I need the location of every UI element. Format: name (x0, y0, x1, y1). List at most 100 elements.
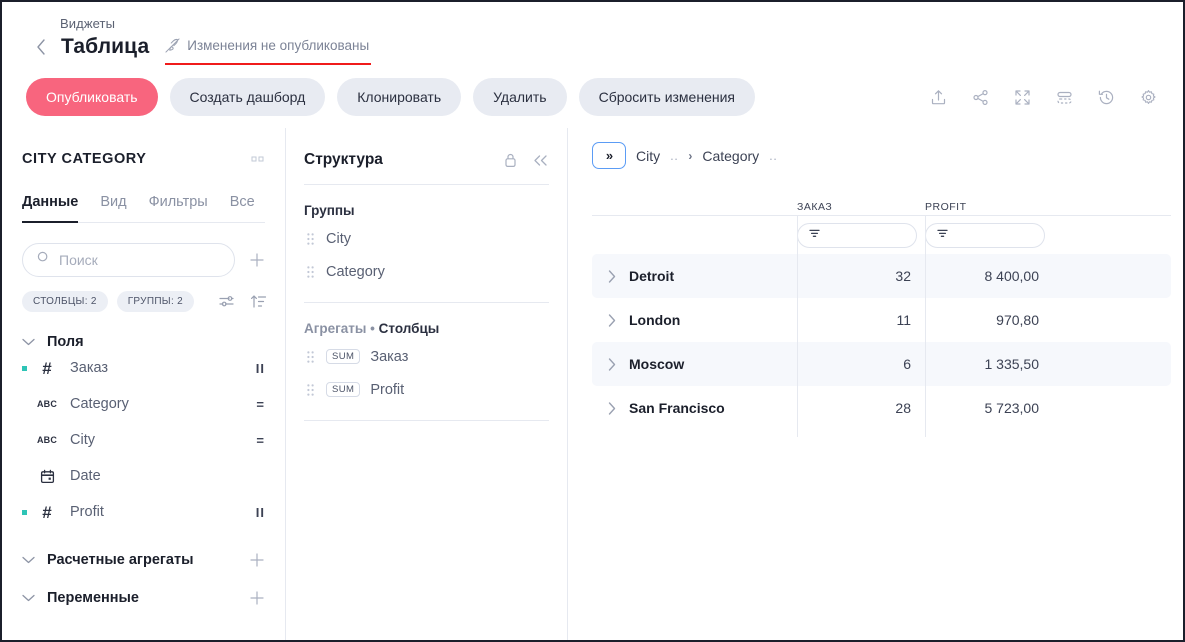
section-fields-label: Поля (47, 334, 84, 350)
chevron-right-icon[interactable] (608, 401, 616, 415)
drag-handle-icon[interactable] (304, 265, 316, 278)
row-name-cell: Moscow (592, 356, 797, 372)
breadcrumb-category[interactable]: Category (702, 148, 759, 164)
filter-input-order[interactable] (797, 222, 917, 248)
add-field-button[interactable] (249, 252, 265, 268)
field-active-dot (22, 438, 27, 443)
section-calculated-aggregates-label: Расчетные агрегаты (47, 552, 194, 568)
publish-status-badge[interactable]: Изменения не опубликованы (165, 38, 372, 65)
chevron-right-icon[interactable] (608, 313, 616, 327)
field-row[interactable]: Date (22, 458, 265, 494)
tab-data[interactable]: Данные (22, 194, 79, 223)
rocket-off-icon (165, 38, 180, 53)
structure-group-label: City (326, 230, 351, 247)
structure-panel: Структура Группы City Category Агрегаты … (286, 128, 568, 640)
publish-status-text: Изменения не опубликованы (187, 38, 370, 53)
drag-handle-icon[interactable] (304, 383, 316, 396)
breadcrumb-city[interactable]: City (636, 148, 660, 164)
section-variables[interactable]: Переменные (22, 590, 265, 606)
chevron-left-icon[interactable] (32, 37, 50, 57)
chevrons-left-icon[interactable] (532, 154, 549, 167)
search-input[interactable]: Поиск (22, 243, 235, 277)
structure-divider (304, 420, 549, 421)
breadcrumb-parent[interactable]: Виджеты (60, 16, 115, 31)
breadcrumb-category-menu-icon[interactable]: .. (769, 148, 777, 163)
reset-changes-button[interactable]: Сбросить изменения (578, 78, 755, 116)
field-label: Profit (70, 504, 104, 520)
filter-cell-order (797, 216, 925, 254)
row-label: Moscow (629, 356, 685, 372)
more-dots-icon[interactable] (251, 155, 265, 163)
table-preview-panel: » City .. › Category .. ЗАКАЗ PROFIT Det… (568, 128, 1183, 640)
field-active-dot (22, 509, 27, 515)
section-fields[interactable]: Поля (22, 334, 265, 350)
filter-input-profit[interactable] (925, 222, 1045, 248)
lock-icon[interactable] (503, 152, 518, 168)
section-variables-label: Переменные (47, 590, 139, 606)
field-active-dot (22, 365, 27, 371)
fields-tabs: Данные Вид Фильтры Все (22, 194, 265, 223)
clone-button[interactable]: Клонировать (337, 78, 462, 116)
add-aggregate-button[interactable] (249, 552, 265, 568)
chevron-down-icon (22, 338, 35, 346)
dimension-badge: = (256, 432, 265, 448)
structure-group-label: Category (326, 263, 385, 280)
create-dashboard-button[interactable]: Создать дашборд (169, 78, 326, 116)
settings-sliders-icon[interactable] (218, 293, 235, 310)
drag-handle-icon[interactable] (304, 232, 316, 245)
grid-header-order[interactable]: ЗАКАЗ (797, 197, 925, 215)
row-order-value: 32 (895, 268, 911, 284)
text-type-icon: ABC (36, 399, 58, 409)
aggregate-function-tag[interactable]: SUM (326, 348, 361, 365)
structure-aggregate-label: Profit (370, 381, 405, 398)
structure-group-item[interactable]: Category (304, 255, 549, 288)
section-calculated-aggregates[interactable]: Расчетные агрегаты (22, 552, 265, 568)
field-label: Category (70, 396, 129, 412)
field-row[interactable]: # Profit II (22, 494, 265, 530)
drag-handle-icon[interactable] (304, 350, 316, 363)
grid-header-profit[interactable]: PROFIT (925, 197, 1053, 215)
share-icon[interactable] (967, 84, 993, 110)
field-row[interactable]: # Заказ II (22, 350, 265, 386)
history-icon[interactable] (1093, 84, 1119, 110)
table-row[interactable]: Moscow 6 1 335,50 (592, 342, 1171, 386)
row-order-value: 11 (896, 312, 911, 328)
row-profit-value: 8 400,00 (984, 268, 1040, 284)
add-variable-button[interactable] (249, 590, 265, 606)
table-row[interactable]: London 11 970,80 (592, 298, 1171, 342)
gear-icon[interactable] (1135, 84, 1161, 110)
delete-button[interactable]: Удалить (473, 78, 567, 116)
fullscreen-icon[interactable] (1009, 84, 1035, 110)
status-underline (165, 63, 372, 65)
tab-view[interactable]: Вид (100, 194, 126, 222)
chevron-right-icon[interactable] (608, 357, 616, 371)
filter-cell-name (592, 216, 797, 254)
structure-aggregate-item[interactable]: SUM Заказ (304, 340, 549, 373)
tab-filters[interactable]: Фильтры (149, 194, 208, 222)
aggregates-separator: • (370, 321, 375, 336)
breadcrumb-city-menu-icon[interactable]: .. (670, 148, 678, 163)
table-row[interactable]: Detroit 32 8 400,00 (592, 254, 1171, 298)
action-button-row: Опубликовать Создать дашборд Клонировать… (26, 78, 755, 116)
structure-aggregate-item[interactable]: SUM Profit (304, 373, 549, 406)
structure-panel-header: Структура (304, 128, 549, 185)
field-row[interactable]: ABC Category = (22, 386, 265, 422)
field-label: City (70, 432, 95, 448)
expand-all-button[interactable]: » (592, 142, 626, 169)
table-row[interactable]: San Francisco 28 5 723,00 (592, 386, 1171, 430)
chevron-right-icon[interactable] (608, 269, 616, 283)
chip-columns[interactable]: СТОЛБЦЫ: 2 (22, 291, 108, 312)
title-row: Таблица Изменения не опубликованы (32, 35, 372, 65)
field-row[interactable]: ABC City = (22, 422, 265, 458)
calendar-type-icon (35, 469, 59, 484)
aggregate-function-tag[interactable]: SUM (326, 381, 361, 398)
structure-group-item[interactable]: City (304, 222, 549, 255)
upload-icon[interactable] (925, 84, 951, 110)
fields-chips-row: СТОЛБЦЫ: 2 ГРУППЫ: 2 (22, 291, 267, 312)
sort-asc-icon[interactable] (250, 293, 267, 310)
layout-icon[interactable] (1051, 84, 1077, 110)
tab-all[interactable]: Все (230, 194, 255, 222)
chip-groups[interactable]: ГРУППЫ: 2 (116, 291, 194, 312)
row-profit-value: 5 723,00 (984, 400, 1040, 416)
publish-button[interactable]: Опубликовать (26, 78, 158, 116)
